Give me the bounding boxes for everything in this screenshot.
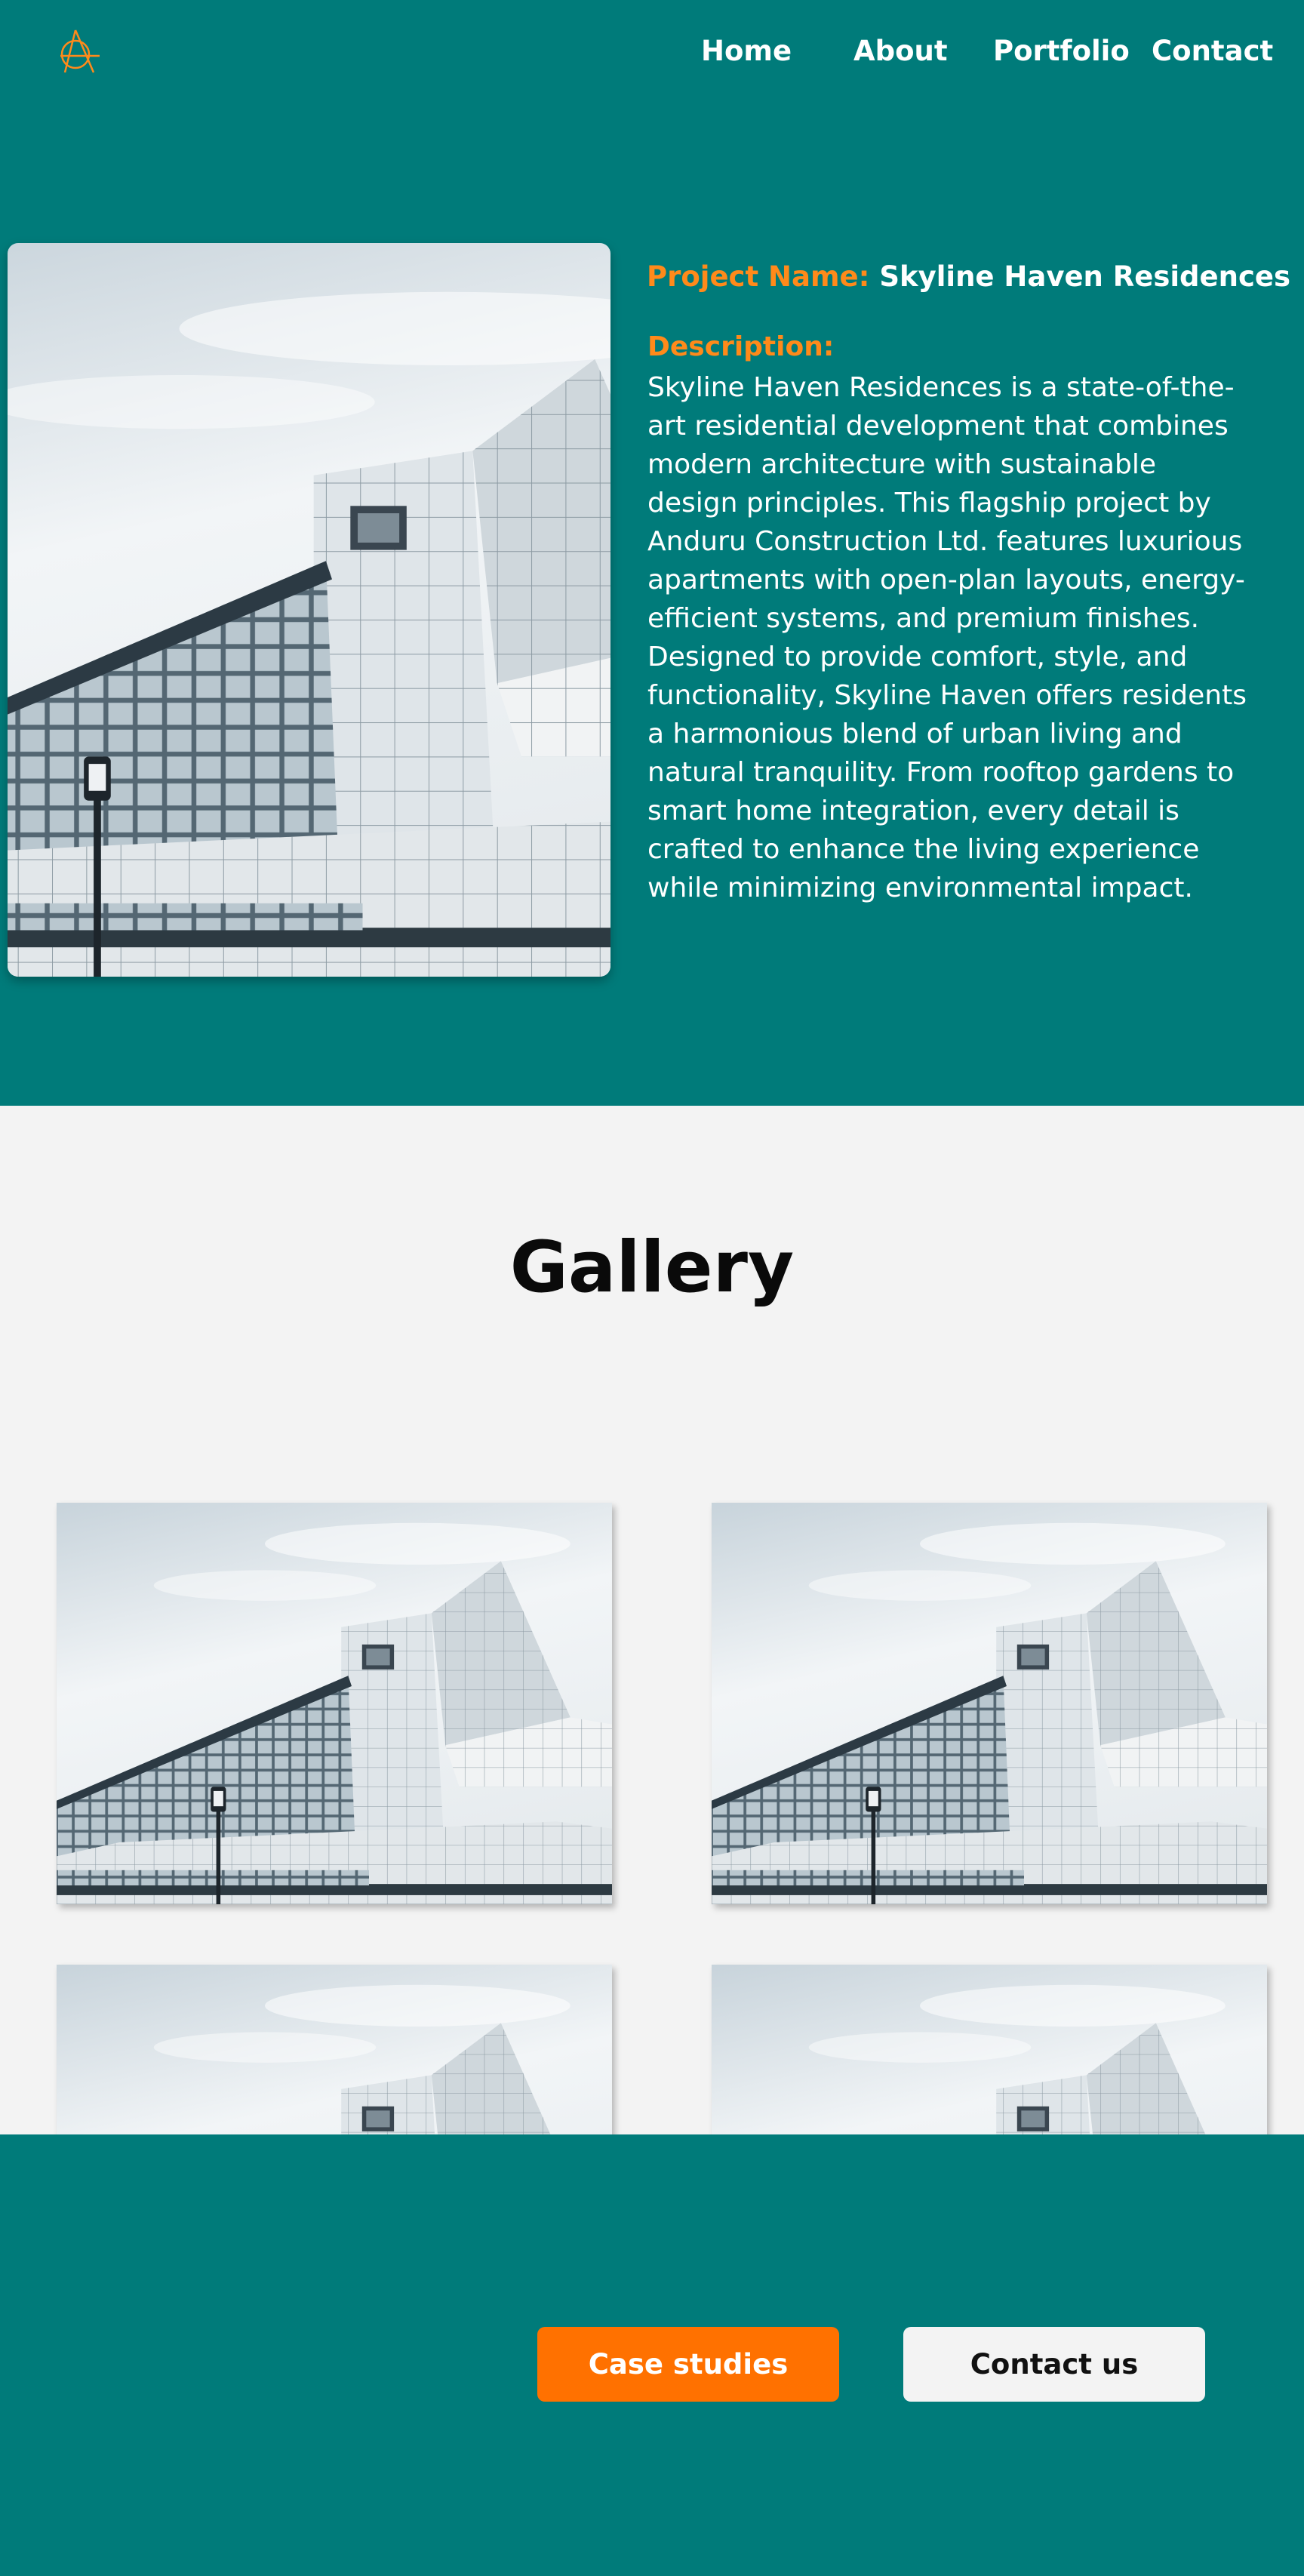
gallery-image[interactable] — [712, 1503, 1267, 1904]
project-hero-image — [8, 243, 610, 977]
gallery-title: Gallery — [509, 1226, 795, 1309]
case-studies-button[interactable]: Case studies — [537, 2327, 839, 2402]
hero-section: Home About Portfolio Contact Project Nam… — [0, 0, 1304, 1106]
contact-us-button[interactable]: Contact us — [903, 2327, 1205, 2402]
nav-contact-link[interactable]: Contact — [1152, 32, 1273, 71]
project-name-label: Project Name: — [647, 260, 870, 293]
gallery-image[interactable] — [57, 1503, 612, 1904]
nav-about-link[interactable]: About — [853, 32, 948, 71]
description-label: Description: — [647, 331, 835, 362]
project-name-value: Skyline Haven Residences — [879, 260, 1291, 293]
nav-portfolio-link[interactable]: Portfolio — [993, 32, 1130, 71]
project-name: Project Name: Skyline Haven Residences — [647, 258, 1290, 296]
nav-home-link[interactable]: Home — [701, 32, 792, 71]
project-description: Skyline Haven Residences is a state-of-t… — [647, 372, 1247, 903]
anduru-logo-icon[interactable] — [54, 26, 107, 75]
